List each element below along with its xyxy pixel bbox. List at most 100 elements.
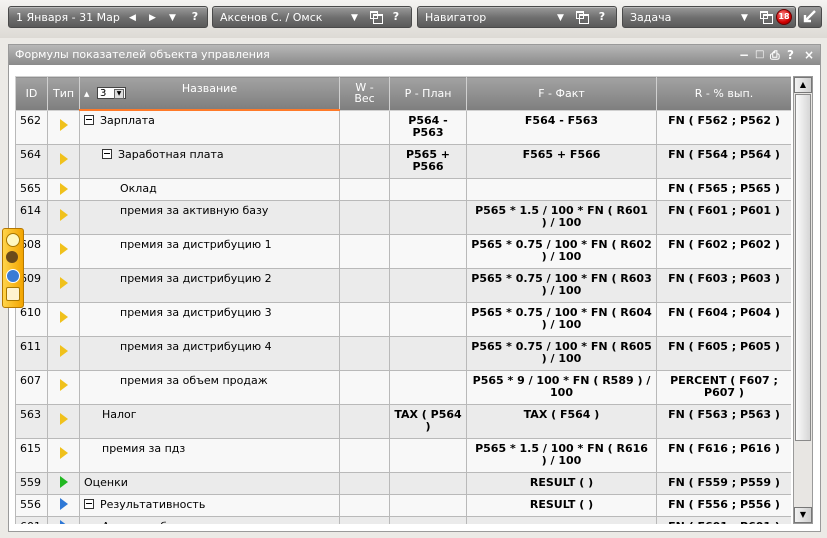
cell-result[interactable]: FN ( F563 ; P563 ) <box>656 403 791 439</box>
minimize-corner-button[interactable] <box>798 6 822 28</box>
cell-id[interactable]: 615 <box>15 437 48 473</box>
thumbs-up-icon[interactable] <box>6 287 20 301</box>
arrow-right-icon[interactable]: ▶ <box>149 7 156 27</box>
cell-plan[interactable]: TAX ( P564 ) <box>389 403 467 439</box>
col-header-name[interactable]: ▲ 3 ▼ Название <box>79 76 340 111</box>
cell-weight[interactable] <box>339 199 390 235</box>
help-icon[interactable]: ? <box>787 45 794 65</box>
col-header-fact[interactable]: F - Факт <box>466 76 657 111</box>
cell-type[interactable] <box>47 109 80 145</box>
cell-name[interactable]: Оценки <box>79 471 340 495</box>
cell-name[interactable]: Заработная плата <box>79 143 340 179</box>
cell-type[interactable] <box>47 143 80 179</box>
cell-fact[interactable]: P565 * 0.75 / 100 * FN ( R603 ) / 100 <box>466 267 657 303</box>
cell-id[interactable]: 611 <box>15 335 48 371</box>
cell-result[interactable]: PERCENT ( F607 ; P607 ) <box>656 369 791 405</box>
cell-type[interactable] <box>47 515 80 524</box>
cell-type[interactable] <box>47 437 80 473</box>
cell-plan[interactable] <box>389 471 467 495</box>
chevron-down-icon[interactable]: ▼ <box>741 7 748 27</box>
table-row[interactable]: 556 Результативность RESULT ( ) FN ( F556 ;… <box>15 493 791 517</box>
arrow-left-icon[interactable]: ◀ <box>129 7 136 27</box>
collapse-icon[interactable] <box>102 148 112 159</box>
table-row[interactable]: 559 Оценки RESULT ( ) FN ( F559 ; P559 ) <box>15 471 791 495</box>
cell-result[interactable]: FN ( F564 ; P564 ) <box>656 143 791 179</box>
cell-fact[interactable] <box>466 177 657 201</box>
print-icon[interactable]: ⎙ <box>770 45 780 65</box>
table-row[interactable]: 609 премия за дистрибуцию 2 P565 * 0.75 / … <box>15 267 791 303</box>
sort-asc-icon[interactable]: ▲ <box>84 89 89 100</box>
cell-id[interactable]: 564 <box>15 143 48 179</box>
cell-plan[interactable] <box>389 199 467 235</box>
cell-name[interactable]: премия за объем продаж <box>79 369 340 405</box>
cell-weight[interactable] <box>339 143 390 179</box>
cell-fact[interactable]: P565 * 0.75 / 100 * FN ( R605 ) / 100 <box>466 335 657 371</box>
help-icon[interactable] <box>6 269 20 283</box>
cell-fact[interactable]: F564 - F563 <box>466 109 657 145</box>
collapse-icon[interactable] <box>84 498 94 509</box>
cell-plan[interactable] <box>389 335 467 371</box>
cell-type[interactable] <box>47 493 80 517</box>
cell-result[interactable]: FN ( F603 ; P603 ) <box>656 267 791 303</box>
cell-plan[interactable] <box>389 369 467 405</box>
table-row[interactable]: 608 премия за дистрибуцию 1 P565 * 0.75 / … <box>15 233 791 269</box>
cell-result[interactable]: FN ( F559 ; P559 ) <box>656 471 791 495</box>
cell-result[interactable]: FN ( F605 ; P605 ) <box>656 335 791 371</box>
cell-fact[interactable]: P565 * 0.75 / 100 * FN ( R604 ) / 100 <box>466 301 657 337</box>
cell-type[interactable] <box>47 403 80 439</box>
cell-fact[interactable]: RESULT ( ) <box>466 471 657 495</box>
cell-weight[interactable] <box>339 177 390 201</box>
cell-plan[interactable] <box>389 177 467 201</box>
navigator-selector[interactable]: Навигатор ▼ ? <box>417 6 617 28</box>
cell-fact[interactable]: P565 * 0.75 / 100 * FN ( R602 ) / 100 <box>466 233 657 269</box>
cell-plan[interactable] <box>389 437 467 473</box>
table-row[interactable]: 615 премия за пдз P565 * 1.5 / 100 * FN ( … <box>15 437 791 473</box>
cell-fact[interactable]: P565 * 1.5 / 100 * FN ( R601 ) / 100 <box>466 199 657 235</box>
close-icon[interactable]: × <box>804 45 814 65</box>
cell-fact[interactable]: RESULT ( ) <box>466 493 657 517</box>
table-row[interactable]: 611 премия за дистрибуцию 4 P565 * 0.75 / … <box>15 335 791 371</box>
cell-id[interactable]: 601 <box>15 515 48 524</box>
table-row[interactable]: 601 Активная база FN ( F601 ; P601 ) <box>15 515 791 524</box>
table-row[interactable]: 562 Зарплата P564 - P563 F564 - F563 FN ( F5… <box>15 109 791 145</box>
cell-weight[interactable] <box>339 109 390 145</box>
cell-type[interactable] <box>47 471 80 495</box>
user-selector[interactable]: Аксенов С. / Омск ▼ ? <box>212 6 412 28</box>
chevron-down-icon[interactable]: ▼ <box>169 7 176 27</box>
cell-weight[interactable] <box>339 301 390 337</box>
cell-weight[interactable] <box>339 493 390 517</box>
cell-plan[interactable]: P565 + P566 <box>389 143 467 179</box>
figure-icon[interactable] <box>6 251 18 263</box>
window-icon[interactable] <box>370 11 383 24</box>
cell-fact[interactable]: TAX ( F564 ) <box>466 403 657 439</box>
cell-plan[interactable] <box>389 493 467 517</box>
cell-fact[interactable]: F565 + F566 <box>466 143 657 179</box>
cell-fact[interactable]: P565 * 9 / 100 * FN ( R589 ) / 100 <box>466 369 657 405</box>
cell-name[interactable]: Оклад <box>79 177 340 201</box>
collapse-icon[interactable] <box>84 115 94 125</box>
table-row[interactable]: 564 Заработная плата P565 + P566 F565 + F56… <box>15 143 791 179</box>
cell-name[interactable]: Зарплата <box>79 109 340 145</box>
notification-badge[interactable]: 18 <box>776 9 792 25</box>
cell-id[interactable]: 562 <box>15 109 48 145</box>
chevron-down-icon[interactable]: ▼ <box>351 7 358 27</box>
cell-fact[interactable]: P565 * 1.5 / 100 * FN ( R616 ) / 100 <box>466 437 657 473</box>
cell-id[interactable]: 559 <box>15 471 48 495</box>
col-header-plan[interactable]: P - План <box>389 76 467 111</box>
scroll-up-icon[interactable]: ▲ <box>794 77 812 93</box>
cell-type[interactable] <box>47 233 80 269</box>
table-row[interactable]: 607 премия за объем продаж P565 * 9 / 100 … <box>15 369 791 405</box>
cell-name[interactable]: премия за активную базу <box>79 199 340 235</box>
col-header-id[interactable]: ID <box>15 76 48 111</box>
cell-result[interactable]: FN ( F562 ; P562 ) <box>656 109 791 145</box>
cell-plan[interactable] <box>389 233 467 269</box>
window-icon[interactable] <box>576 11 589 24</box>
cell-weight[interactable] <box>339 267 390 303</box>
cell-name[interactable]: Результативность <box>79 493 340 517</box>
cell-name[interactable]: премия за дистрибуцию 1 <box>79 233 340 269</box>
cell-type[interactable] <box>47 301 80 337</box>
cell-name[interactable]: премия за дистрибуцию 3 <box>79 301 340 337</box>
vertical-scrollbar[interactable]: ▲ ▼ <box>793 76 813 524</box>
table-row[interactable]: 565 Оклад FN ( F565 ; P565 ) <box>15 177 791 201</box>
cell-fact[interactable] <box>466 515 657 524</box>
